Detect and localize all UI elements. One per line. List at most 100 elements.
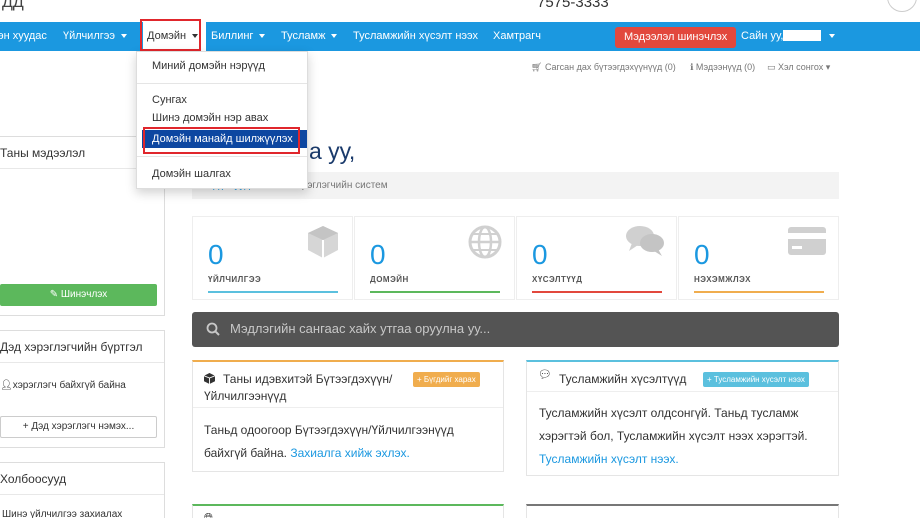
menu-item-renew[interactable]: Сунгах [137,91,307,109]
card-body: Таньд одоогоор Бүтээгдэхүүн/Үйлчилгээнүү… [204,419,454,465]
welcome-heading: а уу, [309,138,356,164]
body-line: Тусламжийн хүсэлт олдсонгүй. Таньд тусла… [539,406,799,420]
cube-icon [204,373,215,384]
kb-search-placeholder: Мэдлэгийн сангаас хайх утгаа оруулна уу.… [230,321,491,336]
view-all-badge[interactable]: + Бүгдийг харах [413,372,480,387]
highlight-box-domain [140,19,201,51]
stat-value: 0 [208,239,224,270]
sidebar-shortcuts-panel: Холбоосууд Шинэ үйлчилгээ захиалах [0,462,165,518]
open-ticket-label: Тусламжийн хүсэлт нээх [713,375,805,384]
main-navbar: эн хуудас Үйлчилгээ Домэйн Биллинг Тусла… [0,22,920,51]
header-circle-button[interactable] [887,0,917,12]
chevron-down-icon[interactable] [829,34,835,38]
open-ticket-link[interactable]: Тусламжийн хүсэлт нээх. [539,448,808,471]
menu-divider [137,156,307,157]
highlight-box-transfer [143,127,300,154]
nav-support-label: Тусламж [281,30,326,42]
globe-icon: 🌐︎ [204,512,213,518]
credit-card-icon [788,227,826,255]
panel-title: Холбоосууд [0,463,164,495]
cube-icon [308,226,338,258]
username-redacted [783,30,821,41]
cart-icon: 🛒︎ [531,62,545,72]
stat-label: ДОМЭЙН [370,275,409,284]
stat-domains[interactable]: 0 ДОМЭЙН [354,216,515,300]
card-header: Таны идэвхитэй Бүтээгдэхүүн/ Үйлчилгээнү… [193,362,503,408]
stat-value: 0 [694,239,710,270]
card-body: Тусламжийн хүсэлт олдсонгүй. Таньд тусла… [539,402,808,471]
stat-bar [532,291,662,293]
menu-divider [137,83,307,84]
plus-icon: + [707,375,714,384]
comments-icon: 💬︎ [538,369,552,381]
domains-card: 🌐︎ [192,504,504,518]
stat-label: НЭХЭМЖЛЭХ [694,275,751,284]
nav-affiliates[interactable]: Хамтрагч [493,22,541,51]
plus-icon: + [417,375,424,384]
cart-label: Сагсан дах бүтээгдэхүүнүүд (0) [544,62,676,72]
search-icon [206,322,220,336]
nav-open-ticket[interactable]: Тусламжийн хүсэлт нээх [353,22,478,51]
update-profile-label: Шинэчлэх [60,289,108,300]
contacts-empty-text: 👤︎хэрэглэгч байхгүй байна [0,380,126,391]
caret-down-icon: ▾ [823,62,831,72]
body-line-2: хэрэгтэй бол, Тусламжийн хүсэлт нээх хэр… [539,429,808,443]
chevron-down-icon [120,34,127,39]
open-ticket-badge[interactable]: + Тусламжийн хүсэлт нээх [703,372,809,387]
products-card: Таны идэвхитэй Бүтээгдэхүүн/ Үйлчилгээнү… [192,360,504,472]
pencil-icon: ✎ [49,289,61,300]
language-select[interactable]: ▭ Хэл сонгох ▾ [767,62,830,73]
comments-icon [626,226,664,256]
add-contact-label: Дэд хэрэглэгч нэмэх... [31,421,135,432]
nav-billing-label: Биллинг [211,30,254,42]
stat-bar [208,291,338,293]
menu-item-my-domains[interactable]: Миний домэйн нэрүүд [137,57,307,75]
menu-item-register-domain[interactable]: Шинэ домэйн нэр авах [137,109,307,127]
top-header: ДД 7575-3333 [0,0,920,22]
card-title: Таны идэвхитэй Бүтээгдэхүүн/ [223,372,393,386]
nav-billing[interactable]: Биллинг [211,22,266,51]
update-info-button[interactable]: Мэдээлэл шинэчлэх [615,27,737,48]
card-title: Тусламжийн хүсэлтүүд [559,372,687,386]
body-text: байхгүй байна. [204,446,287,460]
nav-services[interactable]: Үйлчилгээ [63,22,127,51]
notices-link[interactable]: ℹ Мэдээнүүд (0) [690,62,755,73]
language-icon: ▭ [767,62,779,72]
stat-services[interactable]: 0 ҮЙЛЧИЛГЭЭ [192,216,353,300]
start-order-link[interactable]: Захиалга хийж эхлэх. [290,446,410,460]
body-line: Таньд одоогоор Бүтээгдэхүүн/Үйлчилгээнүү… [204,423,454,437]
view-all-label: Бүгдийг харах [423,375,476,384]
contacts-empty-label: хэрэглэгч байхгүй байна [12,380,126,391]
globe-icon [468,225,502,259]
chevron-down-icon [259,34,266,39]
user-greeting[interactable]: Сайн уу, [741,22,783,51]
notices-label: Мэдээнүүд (0) [695,62,756,72]
cart-link[interactable]: 🛒︎ Сагсан дах бүтээгдэхүүнүүд (0) [531,62,676,73]
user-icon: 👤︎ [0,380,13,391]
nav-services-label: Үйлчилгээ [63,30,115,42]
body-line-2: байхгүй байна. Захиалга хийж эхлэх. [204,442,454,465]
tickets-card: 💬︎ Тусламжийн хүсэлтүүд + Тусламжийн хүс… [526,360,839,476]
stat-value: 0 [370,239,386,270]
news-card [526,504,839,518]
card-header: 💬︎ Тусламжийн хүсэлтүүд + Тусламжийн хүс… [527,362,838,392]
card-title-cont: Үйлчилгээнүүд [204,389,287,403]
stat-bar [370,291,500,293]
stat-bar [694,291,824,293]
kb-search-bar[interactable]: Мэдлэгийн сангаас хайх утгаа оруулна уу.… [192,312,839,347]
menu-item-check-domain[interactable]: Домэйн шалгах [137,165,307,183]
panel-title: Дэд хэрэглэгчийн бүртгэл [0,331,164,363]
stat-tickets[interactable]: 0 ХҮСЭЛТҮҮД [516,216,677,300]
chevron-down-icon [331,34,338,39]
shortcut-link[interactable]: Шинэ үйлчилгээ захиалах [2,509,122,518]
language-label: Хэл сонгох [778,62,824,72]
update-profile-button[interactable]: ✎ Шинэчлэх [0,284,157,306]
stat-label: ХҮСЭЛТҮҮД [532,275,583,284]
stat-label: ҮЙЛЧИЛГЭЭ [208,275,262,284]
add-contact-button[interactable]: + Дэд хэрэглэгч нэмэх... [0,416,157,438]
domain-dropdown-menu: Миний домэйн нэрүүд Сунгах Шинэ домэйн н… [136,51,308,189]
nav-support[interactable]: Тусламж [281,22,338,51]
phone-number: 7575-3333 [537,0,609,11]
stat-invoices[interactable]: 0 НЭХЭМЖЛЭХ [678,216,839,300]
nav-home[interactable]: эн хуудас [0,22,47,51]
